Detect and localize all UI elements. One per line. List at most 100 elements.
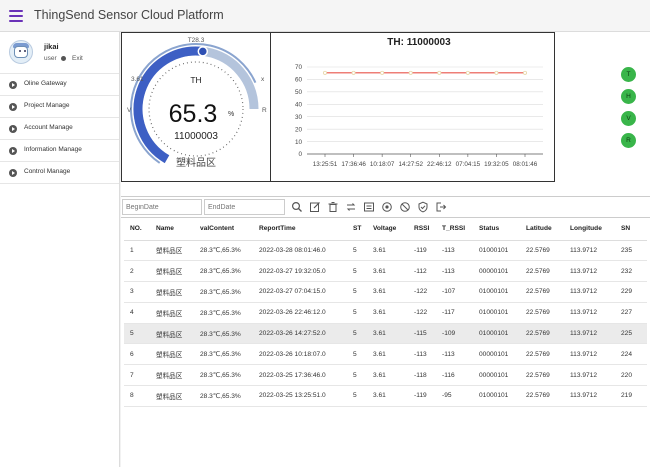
cell-t-rssi: -113 xyxy=(436,260,473,283)
x-tick-label: 14:27:52 xyxy=(398,161,423,168)
cell-latitude: 22.5769 xyxy=(520,240,564,262)
edit-icon[interactable] xyxy=(309,201,321,213)
cell-status: 00000101 xyxy=(473,343,520,366)
gauge-unit: % xyxy=(228,111,234,118)
gauge-left-label: 3.61 xyxy=(131,76,144,83)
hamburger-menu-icon[interactable] xyxy=(9,10,23,22)
col-reporttime[interactable]: ReportTime xyxy=(253,218,347,241)
cell-voltage: 3.61 xyxy=(367,240,408,262)
cell-t-rssi: -109 xyxy=(436,323,473,345)
x-tick-label: 08:01:46 xyxy=(513,161,538,168)
sidebar-item-control-manage[interactable]: Control Manage xyxy=(0,162,119,184)
col-t-rssi[interactable]: T_RSSI xyxy=(436,218,473,241)
end-date-input[interactable] xyxy=(204,199,285,215)
play-circle-icon xyxy=(9,103,17,111)
cell-rssi: -119 xyxy=(408,385,436,407)
cell-longitude: 113.9712 xyxy=(564,385,615,407)
cell-st: 5 xyxy=(347,302,367,324)
cell-voltage: 3.61 xyxy=(367,302,408,324)
data-point xyxy=(465,70,470,75)
sidebar-item-information-manage[interactable]: Information Manage xyxy=(0,140,119,162)
block-icon[interactable] xyxy=(399,201,411,213)
sidebar-item-label: Control Manage xyxy=(24,168,71,175)
data-point xyxy=(494,70,499,75)
cell-status: 00000101 xyxy=(473,260,520,283)
logout-icon[interactable] xyxy=(435,201,447,213)
y-tick-label: 50 xyxy=(295,89,303,96)
cell-no: 6 xyxy=(124,343,150,366)
settings-icon[interactable] xyxy=(381,201,393,213)
data-point xyxy=(323,70,328,75)
cell-st: 5 xyxy=(347,364,367,387)
col-status[interactable]: Status xyxy=(473,218,520,241)
cell-reporttime: 2022-03-27 07:04:15.0 xyxy=(253,281,347,303)
cell-status: 00000101 xyxy=(473,364,520,387)
cell-no: 3 xyxy=(124,281,150,303)
gauge-v-label: V xyxy=(127,107,132,114)
search-icon[interactable] xyxy=(291,201,303,213)
export-icon[interactable] xyxy=(363,201,375,213)
col-valcontent[interactable]: valContent xyxy=(194,218,253,241)
table-row[interactable]: 4 塑料品区 28.3℃,65.3% 2022-03-26 22:46:12.0 5 3.… xyxy=(124,302,647,324)
sidebar-item-online-gateway[interactable]: Oline Gateway xyxy=(0,74,119,96)
gauge-indicator xyxy=(197,46,209,57)
app-title: ThingSend Sensor Cloud Platform xyxy=(34,8,224,22)
col-st[interactable]: ST xyxy=(347,218,367,241)
col-rssi[interactable]: RSSI xyxy=(408,218,436,241)
sidebar-item-project-manage[interactable]: Project Manage xyxy=(0,96,119,118)
cell-latitude: 22.5769 xyxy=(520,323,564,345)
cell-voltage: 3.61 xyxy=(367,343,408,366)
x-tick-label: 13:25:51 xyxy=(313,161,338,168)
col-voltage[interactable]: Voltage xyxy=(367,218,408,241)
col-no[interactable]: NO. xyxy=(124,218,150,241)
table-row[interactable]: 6 塑料品区 28.3℃,65.3% 2022-03-26 10:18:07.0 5 3.… xyxy=(124,343,647,366)
table-row[interactable]: 2 塑料品区 28.3℃,65.3% 2022-03-27 19:32:05.0 5 3.… xyxy=(124,260,647,283)
data-point xyxy=(351,70,356,75)
top-bar: ThingSend Sensor Cloud Platform xyxy=(0,0,650,32)
y-tick-label: 30 xyxy=(295,114,303,121)
table-row[interactable]: 5 塑料品区 28.3℃,65.3% 2022-03-26 14:27:52.0 5 3.… xyxy=(124,323,647,345)
x-tick-label: 10:18:07 xyxy=(370,161,395,168)
status-light-r: R xyxy=(621,133,636,148)
sidebar-item-label: Account Manage xyxy=(24,124,73,131)
cell-rssi: -119 xyxy=(408,240,436,262)
cell-name: 塑料品区 xyxy=(150,323,194,345)
gauge-top-label: T28.3 xyxy=(188,37,205,44)
x-tick-label: 17:36:46 xyxy=(341,161,366,168)
table-row[interactable]: 7 塑料品区 28.3℃,65.3% 2022-03-25 17:36:46.0 5 3.… xyxy=(124,364,647,387)
cell-latitude: 22.5769 xyxy=(520,302,564,324)
cell-st: 5 xyxy=(347,240,367,262)
sidebar-item-label: Information Manage xyxy=(24,146,82,153)
table-row[interactable]: 3 塑料品区 28.3℃,65.3% 2022-03-27 07:04:15.0 5 3.… xyxy=(124,281,647,303)
play-circle-icon xyxy=(9,125,17,133)
col-longitude[interactable]: Longitude xyxy=(564,218,615,241)
cell-valcontent: 28.3℃,65.3% xyxy=(194,240,253,262)
cell-status: 01000101 xyxy=(473,281,520,303)
cell-voltage: 3.61 xyxy=(367,281,408,303)
gauge-x-label: x xyxy=(261,76,265,83)
cell-rssi: -122 xyxy=(408,302,436,324)
cell-no: 4 xyxy=(124,302,150,324)
data-point xyxy=(522,70,527,75)
cell-name: 塑料品区 xyxy=(150,343,194,366)
exit-link[interactable]: Exit xyxy=(72,55,83,62)
play-circle-icon xyxy=(9,147,17,155)
table-row[interactable]: 8 塑料品区 28.3℃,65.3% 2022-03-25 13:25:51.0 5 3.… xyxy=(124,385,647,407)
shield-icon[interactable] xyxy=(417,201,429,213)
cell-valcontent: 28.3℃,65.3% xyxy=(194,364,253,387)
y-tick-label: 60 xyxy=(295,77,303,84)
refresh-icon[interactable] xyxy=(345,201,357,213)
cell-name: 塑料品区 xyxy=(150,260,194,283)
table-row[interactable]: 1 塑料品区 28.3℃,65.3% 2022-03-28 08:01:46.0 5 3.… xyxy=(124,240,647,262)
col-name[interactable]: Name xyxy=(150,218,194,241)
delete-icon[interactable] xyxy=(327,201,339,213)
cell-st: 5 xyxy=(347,281,367,303)
cell-t-rssi: -117 xyxy=(436,302,473,324)
col-sn[interactable]: SN xyxy=(615,218,647,241)
begin-date-input[interactable] xyxy=(122,199,202,215)
col-latitude[interactable]: Latitude xyxy=(520,218,564,241)
cell-longitude: 113.9712 xyxy=(564,240,615,262)
report-table: NO. Name valContent ReportTime ST Voltag… xyxy=(124,218,647,407)
sidebar-item-account-manage[interactable]: Account Manage xyxy=(0,118,119,140)
gauge-panel: T28.3 3.61 V R x TH 65.3 % 11000003 塑料品区 xyxy=(121,32,271,182)
